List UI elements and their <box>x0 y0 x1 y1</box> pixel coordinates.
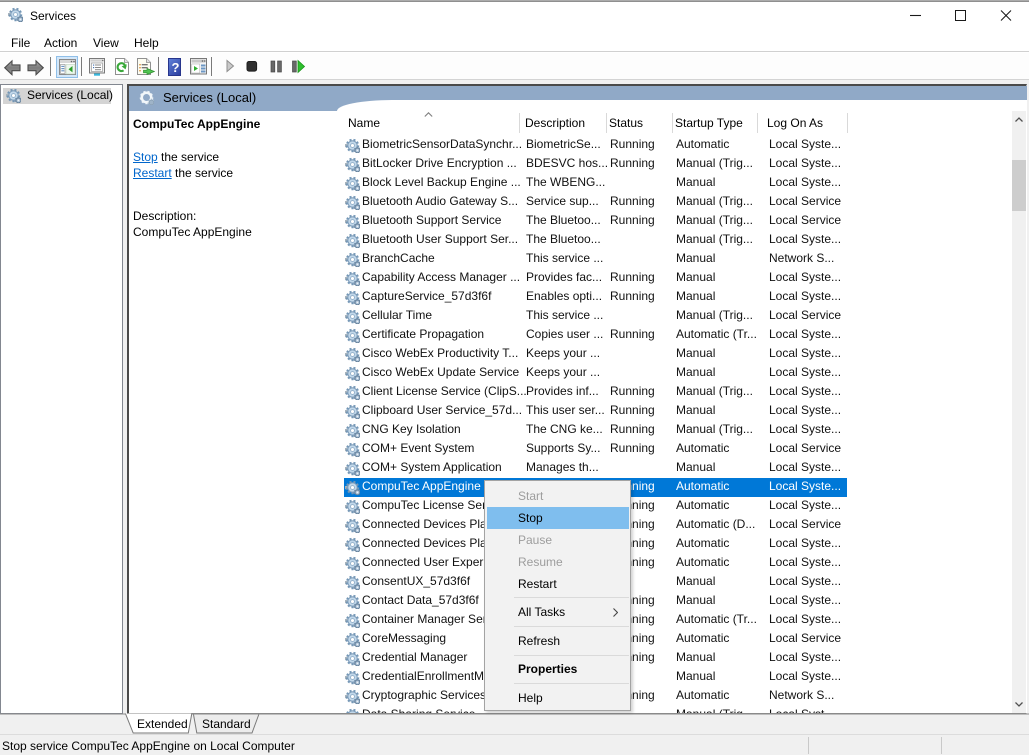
svg-text:Extended: Extended <box>137 717 188 731</box>
svg-text:Standard: Standard <box>202 717 251 731</box>
